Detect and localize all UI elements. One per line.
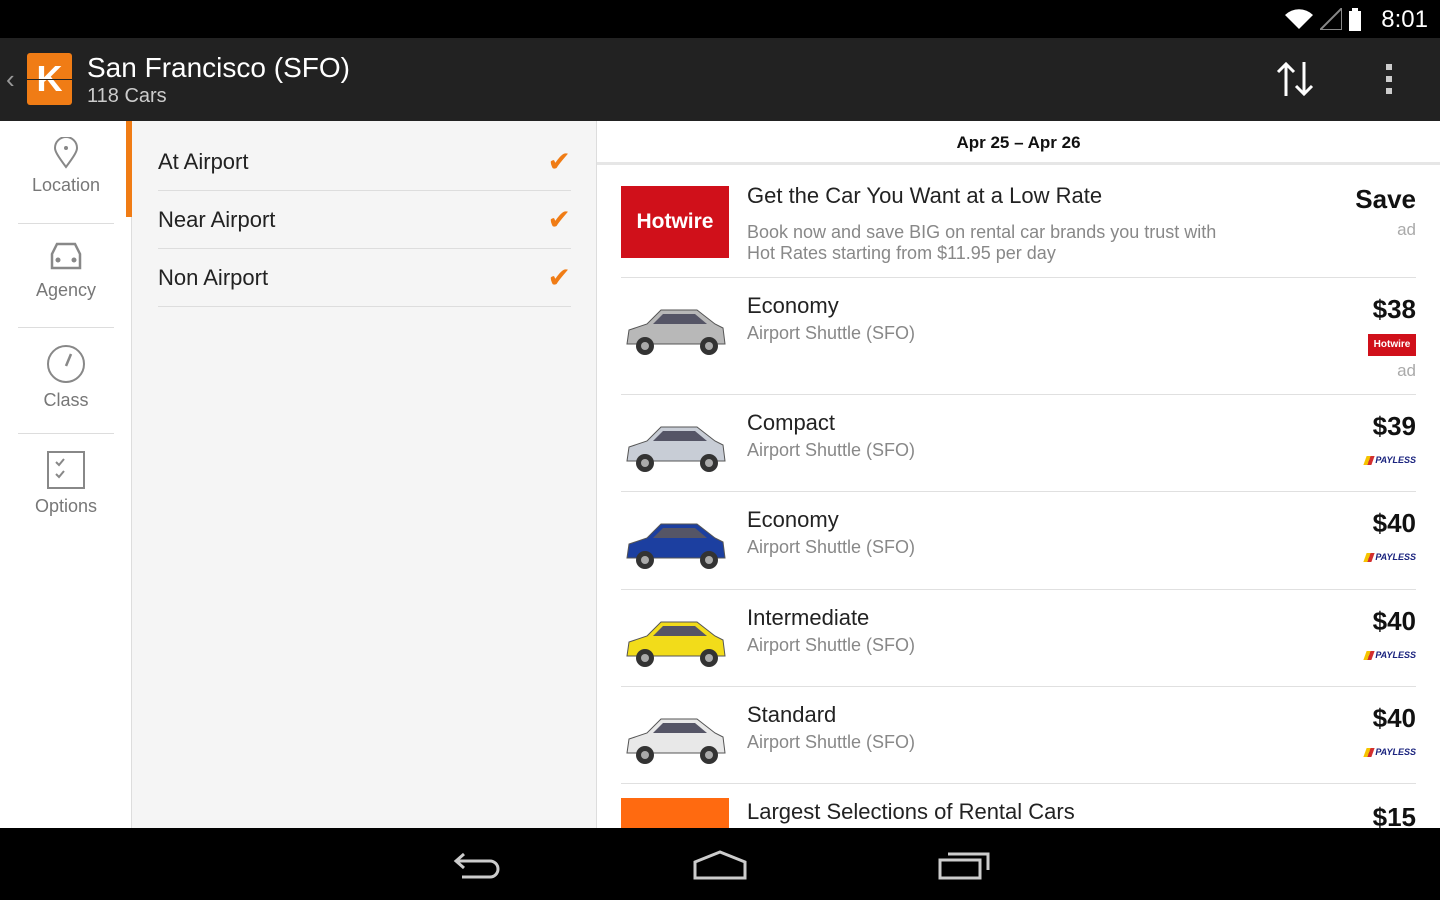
price: $39	[1372, 411, 1416, 441]
date-range: Apr 25 – Apr 26	[597, 121, 1440, 165]
result-row[interactable]: Economy Airport Shuttle (SFO) $38 Hotwire…	[621, 278, 1416, 395]
checklist-icon	[47, 451, 85, 489]
payless-logo: PAYLESS	[1365, 650, 1416, 660]
rail-item-location[interactable]: Location	[18, 121, 114, 224]
selected-indicator	[126, 121, 132, 217]
battery-icon	[1349, 8, 1361, 31]
ad-price: Save	[1355, 184, 1416, 214]
gauge-icon	[47, 345, 85, 383]
page-title: San Francisco (SFO)	[87, 52, 350, 83]
hotwire-logo: Hotwire	[621, 186, 729, 258]
ad-logo	[621, 798, 729, 828]
hotwire-logo: Hotwire	[1368, 334, 1416, 356]
pickup-location: Airport Shuttle (SFO)	[747, 537, 916, 557]
ad-row[interactable]: Hotwire Get the Car You Want at a Low Ra…	[621, 168, 1416, 278]
filter-option-non-airport[interactable]: Non Airport ✔	[158, 249, 571, 307]
car-image	[626, 621, 726, 667]
filter-option-near-airport[interactable]: Near Airport ✔	[158, 191, 571, 249]
rail-item-options[interactable]: Options	[18, 434, 114, 537]
price: $40	[1372, 508, 1416, 538]
rail-label: Options	[34, 496, 98, 516]
car-image	[626, 426, 726, 472]
home-nav-icon[interactable]	[692, 848, 748, 880]
car-class: Compact	[747, 410, 836, 435]
results-list[interactable]: Apr 25 – Apr 26 Hotwire Get the Car You …	[597, 121, 1440, 828]
ad-row-2[interactable]: Largest Selections of Rental Cars $15	[621, 784, 1416, 828]
rail-label: Location	[31, 175, 101, 195]
rail-label: Class	[43, 390, 89, 410]
back-chevron-icon[interactable]: ‹	[6, 64, 15, 95]
car-class: Economy	[747, 293, 839, 318]
pickup-location: Airport Shuttle (SFO)	[747, 732, 916, 752]
filter-rail: Location Agency Class Options	[0, 121, 132, 828]
signal-icon	[1320, 8, 1342, 30]
payless-logo: PAYLESS	[1365, 747, 1416, 757]
car-class: Economy	[747, 507, 839, 532]
ad-title: Largest Selections of Rental Cars	[747, 799, 1075, 824]
price: $40	[1372, 703, 1416, 733]
action-bar: ‹ K San Francisco (SFO) 118 Cars	[0, 38, 1440, 121]
kayak-logo[interactable]: K	[27, 53, 72, 105]
rail-item-class[interactable]: Class	[18, 328, 114, 434]
clock: 8:01	[1381, 6, 1428, 33]
filter-label: Near Airport	[158, 207, 276, 232]
back-nav-icon[interactable]	[452, 848, 502, 880]
result-row[interactable]: Compact Airport Shuttle (SFO) $39 PAYLESS	[621, 395, 1416, 492]
rail-label: Agency	[35, 280, 97, 300]
checkmark-icon[interactable]: ✔	[548, 133, 571, 191]
car-image	[626, 718, 726, 764]
ad-price: $15	[1372, 802, 1416, 828]
price: $38	[1372, 294, 1416, 324]
ad-label: ad	[1397, 220, 1416, 239]
filter-label: At Airport	[158, 149, 249, 174]
checkmark-icon[interactable]: ✔	[548, 191, 571, 249]
car-image	[626, 523, 726, 569]
result-row[interactable]: Economy Airport Shuttle (SFO) $40 PAYLESS	[621, 492, 1416, 590]
recents-nav-icon[interactable]	[938, 848, 992, 880]
pickup-location: Airport Shuttle (SFO)	[747, 323, 916, 343]
status-icons	[1284, 8, 1362, 32]
wifi-icon	[1285, 9, 1313, 30]
result-row[interactable]: Intermediate Airport Shuttle (SFO) $40 PA…	[621, 590, 1416, 687]
rail-item-agency[interactable]: Agency	[18, 224, 114, 328]
result-row[interactable]: Standard Airport Shuttle (SFO) $40 PAYLES…	[621, 687, 1416, 784]
car-count: 118 Cars	[87, 85, 167, 107]
car-class: Standard	[747, 702, 837, 727]
pickup-location: Airport Shuttle (SFO)	[747, 635, 916, 655]
ad-label: ad	[1397, 361, 1416, 380]
car-icon	[50, 242, 82, 270]
pickup-location: Airport Shuttle (SFO)	[747, 440, 916, 460]
map-pin-icon	[53, 137, 79, 169]
location-filter-panel: At Airport ✔ Near Airport ✔ Non Airport ✔	[126, 121, 597, 828]
checkmark-icon[interactable]: ✔	[548, 249, 571, 307]
overflow-menu-icon[interactable]	[1386, 64, 1396, 100]
filter-label: Non Airport	[158, 265, 269, 290]
price: $40	[1372, 606, 1416, 636]
ad-body: Book now and save BIG on rental car bran…	[747, 222, 1217, 263]
navigation-bar	[0, 828, 1440, 900]
sort-icon[interactable]	[1276, 60, 1316, 98]
filter-option-at-airport[interactable]: At Airport ✔	[158, 133, 571, 191]
car-class: Intermediate	[747, 605, 870, 630]
payless-logo: PAYLESS	[1365, 455, 1416, 465]
payless-logo: PAYLESS	[1365, 552, 1416, 562]
car-image	[626, 309, 726, 355]
ad-title: Get the Car You Want at a Low Rate	[747, 183, 1103, 208]
status-bar: 8:01	[0, 0, 1440, 38]
